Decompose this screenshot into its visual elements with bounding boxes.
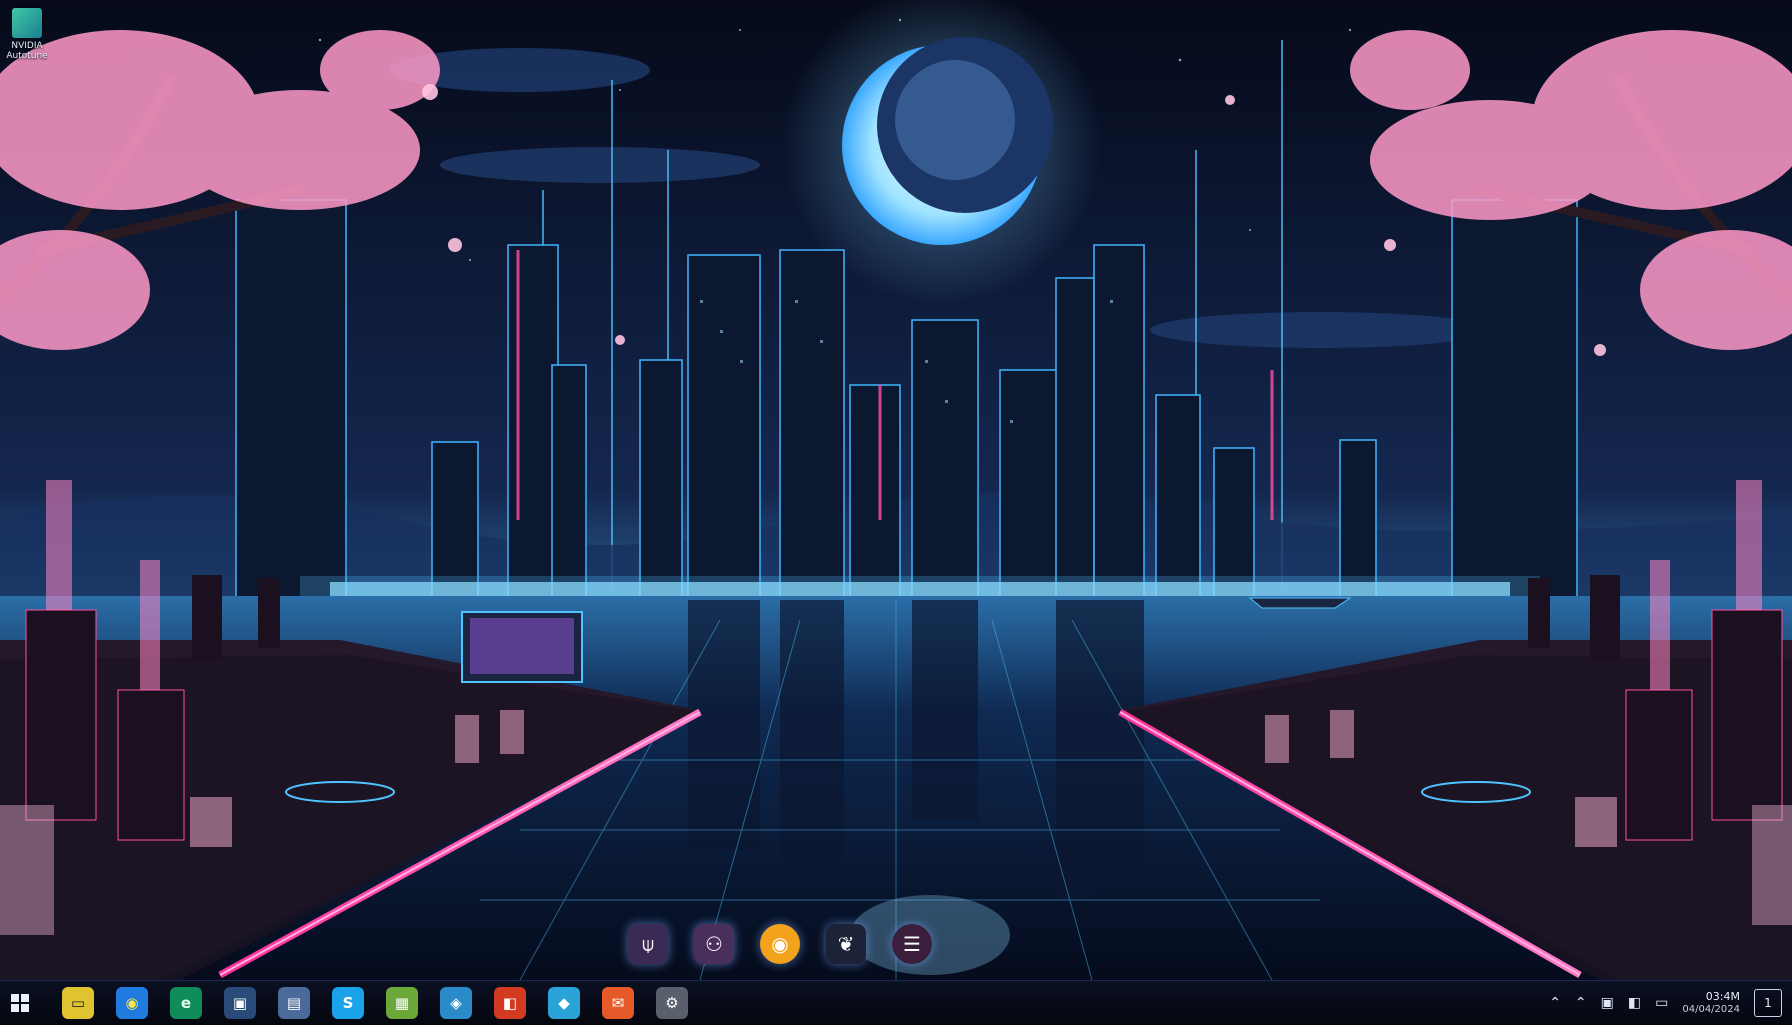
menu-glyph: ☰ <box>903 932 921 956</box>
desktop-wallpaper <box>0 0 1792 980</box>
app-blue-glyph: ◈ <box>450 994 462 1012</box>
notification-button[interactable]: 1 <box>1754 989 1782 1017</box>
app-one-glyph: ⍦ <box>642 932 654 956</box>
edge-icon[interactable]: e <box>170 987 202 1019</box>
volume-icon[interactable]: ◧ <box>1628 995 1641 1011</box>
windows-start-icon[interactable] <box>0 981 40 1025</box>
notification-count: 1 <box>1764 996 1772 1010</box>
app-two-glyph: ⚇ <box>705 932 723 956</box>
ms-store-glyph: ▤ <box>286 994 302 1012</box>
notes-icon[interactable]: ▦ <box>386 987 418 1019</box>
app-one-icon[interactable]: ⍦ <box>628 924 668 964</box>
taskbar: ▭ ◉ e ▣ ▤ S ▦ ◈ ◧ ◆ ✉ ⚙ ⌃ ⌃ ▣ ◧ ▭ 03:4M 04/04/2024 … <box>0 980 1792 1025</box>
notes-glyph: ▦ <box>394 994 410 1012</box>
mail-icon[interactable]: ✉ <box>602 987 634 1019</box>
desktop-shortcut-label: NVIDIA Autotune <box>6 41 48 61</box>
office-icon[interactable]: ◧ <box>494 987 526 1019</box>
clock-time: 03:4M <box>1705 990 1740 1003</box>
files-icon[interactable]: ▭ <box>62 987 94 1019</box>
desktop-shortcut[interactable]: NVIDIA Autotune <box>4 8 50 61</box>
photos-glyph: ▣ <box>232 994 248 1012</box>
ms-store-icon[interactable]: ▤ <box>278 987 310 1019</box>
photos-icon[interactable]: ▣ <box>224 987 256 1019</box>
battery-icon[interactable]: ▭ <box>1655 995 1668 1011</box>
system-tray: ⌃ ⌃ ▣ ◧ ▭ 03:4M 04/04/2024 1 <box>1549 981 1792 1025</box>
chrome-icon[interactable]: ◉ <box>760 924 800 964</box>
cube-glyph: ◆ <box>558 994 570 1012</box>
taskbar-apps: ▭ ◉ e ▣ ▤ S ▦ ◈ ◧ ◆ ✉ ⚙ <box>62 987 688 1019</box>
chevron-up-icon[interactable]: ⌃ <box>1575 995 1587 1011</box>
app-blue-icon[interactable]: ◈ <box>440 987 472 1019</box>
cube-icon[interactable]: ◆ <box>548 987 580 1019</box>
mail-glyph: ✉ <box>611 994 625 1012</box>
scene-dock: ⍦ ⚇ ◉ ❦ ☰ <box>628 918 932 970</box>
chrome-glyph: ◉ <box>125 994 139 1012</box>
chrome-icon[interactable]: ◉ <box>116 987 148 1019</box>
clock-date: 04/04/2024 <box>1682 1004 1740 1015</box>
settings-glyph: ⚙ <box>665 994 679 1012</box>
network-icon[interactable]: ▣ <box>1601 995 1614 1011</box>
settings-icon[interactable]: ⚙ <box>656 987 688 1019</box>
skype-glyph: S <box>342 994 354 1012</box>
clock[interactable]: 03:4M 04/04/2024 <box>1682 990 1740 1016</box>
chevron-up-icon[interactable]: ⌃ <box>1549 995 1561 1011</box>
app-four-glyph: ❦ <box>837 932 855 956</box>
chrome-glyph: ◉ <box>771 932 789 956</box>
edge-glyph: e <box>180 994 192 1012</box>
app-shortcut-icon <box>12 8 42 38</box>
app-four-icon[interactable]: ❦ <box>826 924 866 964</box>
app-two-icon[interactable]: ⚇ <box>694 924 734 964</box>
skype-icon[interactable]: S <box>332 987 364 1019</box>
menu-icon[interactable]: ☰ <box>892 924 932 964</box>
files-glyph: ▭ <box>70 994 86 1012</box>
office-glyph: ◧ <box>502 994 518 1012</box>
